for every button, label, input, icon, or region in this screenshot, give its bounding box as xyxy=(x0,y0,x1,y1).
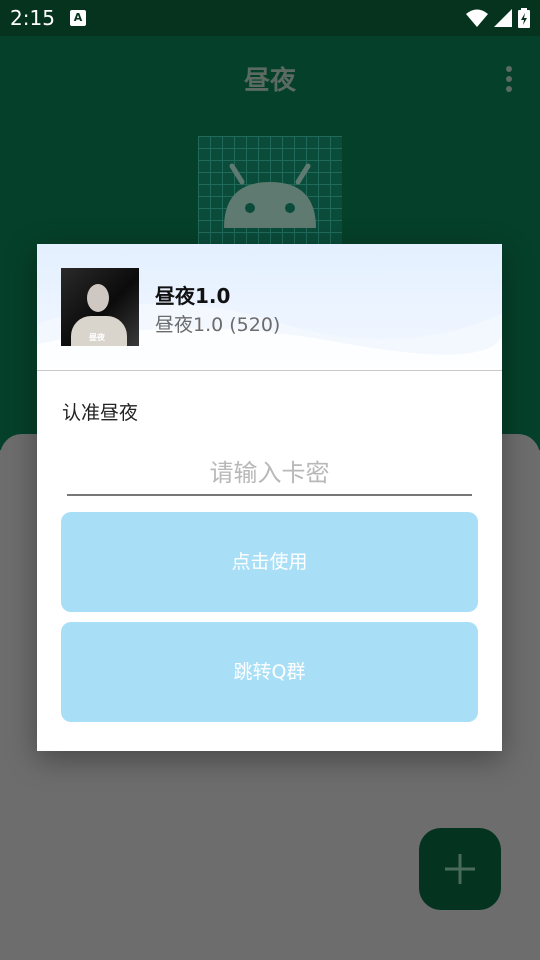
qq-group-button[interactable]: 跳转Q群 xyxy=(61,622,478,722)
cellular-signal-icon xyxy=(494,9,512,27)
dialog-app-name: 昼夜1.0 xyxy=(155,284,231,308)
use-button[interactable]: 点击使用 xyxy=(61,512,478,612)
app-title: 昼夜 xyxy=(243,66,296,96)
divider xyxy=(37,370,502,371)
avatar-watermark: 昼夜 xyxy=(89,333,105,342)
card-key-input[interactable] xyxy=(67,452,472,496)
dialog-header: 昼夜 昼夜1.0 昼夜1.0 (520) xyxy=(37,244,502,370)
status-bar: 2:15 A xyxy=(0,0,540,36)
app-avatar: 昼夜 xyxy=(61,268,139,346)
status-time: 2:15 xyxy=(10,6,55,30)
android-logo xyxy=(198,136,342,246)
wifi-icon xyxy=(466,9,488,27)
notice-text: 认准昼夜 xyxy=(62,402,139,424)
add-fab-button[interactable] xyxy=(419,828,501,910)
battery-charging-icon xyxy=(518,8,530,28)
android-head-icon xyxy=(224,163,316,228)
notification-a-icon: A xyxy=(70,10,86,26)
more-vert-icon[interactable] xyxy=(506,66,512,92)
activation-dialog: 昼夜 昼夜1.0 昼夜1.0 (520) 认准昼夜 点击使用 跳转Q群 xyxy=(37,244,502,751)
status-icons xyxy=(466,8,530,28)
dialog-app-version: 昼夜1.0 (520) xyxy=(155,314,281,336)
plus-icon xyxy=(445,854,475,884)
